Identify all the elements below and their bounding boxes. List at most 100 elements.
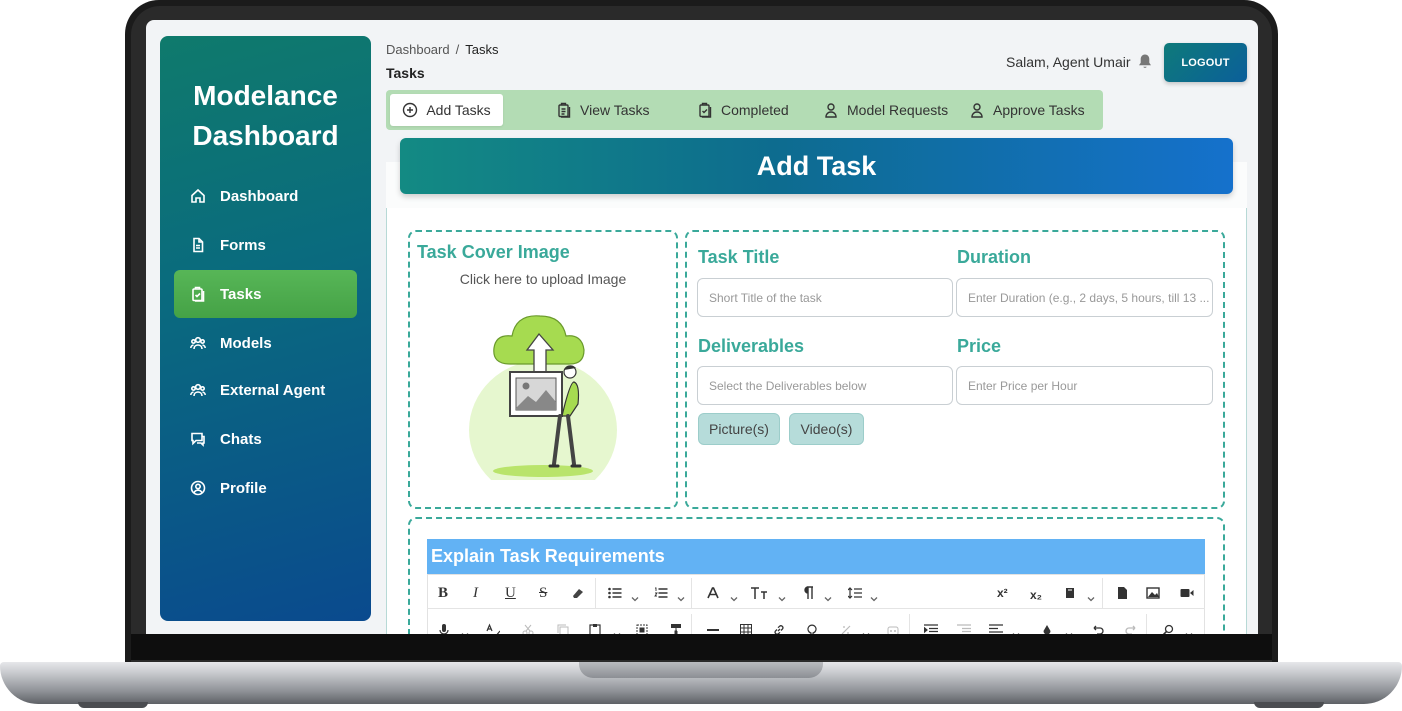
chevron-down-icon[interactable] [631, 590, 639, 602]
chevron-down-icon[interactable] [677, 590, 685, 602]
font-family-icon[interactable] [706, 583, 720, 603]
task-tabs: Add Tasks View Tasks Completed Model Req… [386, 90, 1103, 130]
user-greeting: Salam, Agent Umair [1006, 54, 1131, 70]
laptop-notch [579, 662, 823, 678]
chevron-down-icon[interactable] [613, 626, 621, 634]
chevron-down-icon[interactable] [824, 590, 832, 602]
color-drop-icon[interactable] [1042, 620, 1052, 634]
duration-input[interactable]: Enter Duration (e.g., 2 days, 5 hours, t… [956, 278, 1213, 317]
redo-icon[interactable] [1125, 620, 1137, 634]
chevron-down-icon[interactable] [1185, 626, 1193, 634]
page-title: Tasks [386, 65, 425, 81]
sidebar-item-label: Profile [220, 479, 267, 497]
microphone-icon[interactable] [439, 620, 449, 634]
toolbar-divider [595, 578, 596, 608]
font-size-icon[interactable] [750, 583, 768, 603]
search-icon[interactable] [1162, 620, 1174, 634]
clipboard-list-icon [556, 102, 572, 118]
link-icon[interactable] [773, 620, 785, 634]
superscript-button[interactable]: x² [997, 583, 1008, 603]
tab-approve-tasks[interactable]: Approve Tasks [969, 94, 1085, 126]
logout-button[interactable]: LOGOUT [1164, 43, 1247, 82]
table-icon[interactable] [740, 620, 752, 634]
laptop-foot-left [78, 702, 148, 708]
chip-videos[interactable]: Video(s) [789, 413, 864, 445]
sidebar-item-tasks[interactable]: Tasks [174, 270, 357, 318]
breadcrumb: Dashboard / Tasks [386, 42, 498, 57]
bold-button[interactable]: B [438, 583, 448, 603]
undo-icon[interactable] [1092, 620, 1104, 634]
chevron-down-icon[interactable] [778, 590, 786, 602]
deliverables-label: Deliverables [698, 336, 805, 356]
duration-label: Duration [957, 247, 1031, 267]
upload-illustration [469, 315, 617, 480]
sidebar-item-label: Forms [220, 236, 266, 254]
upload-hint[interactable]: Click here to upload Image [408, 271, 678, 287]
outdent-icon[interactable] [957, 620, 971, 634]
breadcrumb-current: Tasks [465, 42, 499, 57]
chevron-down-icon[interactable] [1065, 626, 1073, 634]
file-icon[interactable] [1116, 583, 1128, 603]
chevron-down-icon[interactable] [862, 626, 870, 634]
sidebar-item-label: Dashboard [220, 187, 299, 205]
plus-circle-icon [402, 102, 418, 118]
video-icon[interactable] [1180, 583, 1194, 603]
sidebar-item-models[interactable]: Models [174, 319, 357, 367]
horizontal-rule-icon[interactable] [707, 620, 719, 634]
sidebar-item-dashboard[interactable]: Dashboard [174, 172, 357, 220]
bell-icon[interactable] [1137, 53, 1153, 71]
copy-icon[interactable] [557, 620, 569, 634]
select-all-icon[interactable] [636, 620, 648, 634]
code-block-icon[interactable] [1064, 583, 1076, 603]
italic-button[interactable]: I [473, 583, 478, 603]
ordered-list-icon[interactable] [654, 583, 668, 603]
align-icon[interactable] [989, 620, 1003, 634]
sidebar-item-profile[interactable]: Profile [174, 464, 357, 512]
deliverables-input[interactable]: Select the Deliverables below [697, 366, 953, 405]
chevron-down-icon[interactable] [1087, 590, 1095, 602]
indent-icon[interactable] [924, 620, 938, 634]
chip-pictures[interactable]: Picture(s) [698, 413, 780, 445]
price-input[interactable]: Enter Price per Hour [956, 366, 1213, 405]
clear-format-icon[interactable] [840, 620, 852, 634]
subscript-button[interactable]: x₂ [1030, 585, 1042, 605]
toolbar-divider [691, 614, 692, 634]
toolbar-divider [1146, 614, 1147, 634]
paragraph-icon[interactable] [802, 583, 814, 603]
image-icon[interactable] [1146, 583, 1160, 603]
sidebar-item-forms[interactable]: Forms [174, 221, 357, 269]
sidebar-item-external-agent[interactable]: External Agent [174, 366, 357, 414]
tab-label: Add Tasks [426, 102, 491, 118]
task-title-input[interactable]: Short Title of the task [697, 278, 953, 317]
add-task-header: Add Task [400, 138, 1233, 194]
toolbar-divider [909, 614, 910, 634]
task-title-label: Task Title [698, 247, 780, 267]
sidebar-item-chats[interactable]: Chats [174, 415, 357, 463]
home-icon [190, 188, 206, 204]
breadcrumb-root[interactable]: Dashboard [386, 42, 450, 57]
format-painter-icon[interactable] [670, 620, 682, 634]
sidebar-item-label: Tasks [220, 285, 262, 303]
cover-image-label: Task Cover Image [417, 242, 570, 262]
spellcheck-icon[interactable] [486, 620, 500, 634]
tab-label: Completed [721, 102, 789, 118]
unordered-list-icon[interactable] [608, 583, 622, 603]
chevron-down-icon[interactable] [461, 626, 469, 634]
chevron-down-icon[interactable] [1012, 626, 1020, 634]
clipboard-check-icon [190, 286, 206, 302]
tab-view-tasks[interactable]: View Tasks [556, 94, 650, 126]
tab-completed[interactable]: Completed [697, 94, 789, 126]
chevron-down-icon[interactable] [870, 590, 878, 602]
ai-assist-icon[interactable] [887, 620, 899, 634]
tab-add-tasks[interactable]: Add Tasks [390, 94, 503, 126]
cut-icon[interactable] [522, 620, 534, 634]
paste-icon[interactable] [589, 620, 601, 634]
tab-model-requests[interactable]: Model Requests [823, 94, 948, 126]
strikethrough-button[interactable]: S [539, 583, 547, 603]
sidebar-item-label: Chats [220, 430, 262, 448]
chevron-down-icon[interactable] [730, 590, 738, 602]
underline-button[interactable]: U [505, 583, 516, 603]
eraser-icon[interactable] [570, 583, 586, 603]
special-character-icon[interactable] [806, 620, 818, 634]
line-height-icon[interactable] [848, 583, 862, 603]
